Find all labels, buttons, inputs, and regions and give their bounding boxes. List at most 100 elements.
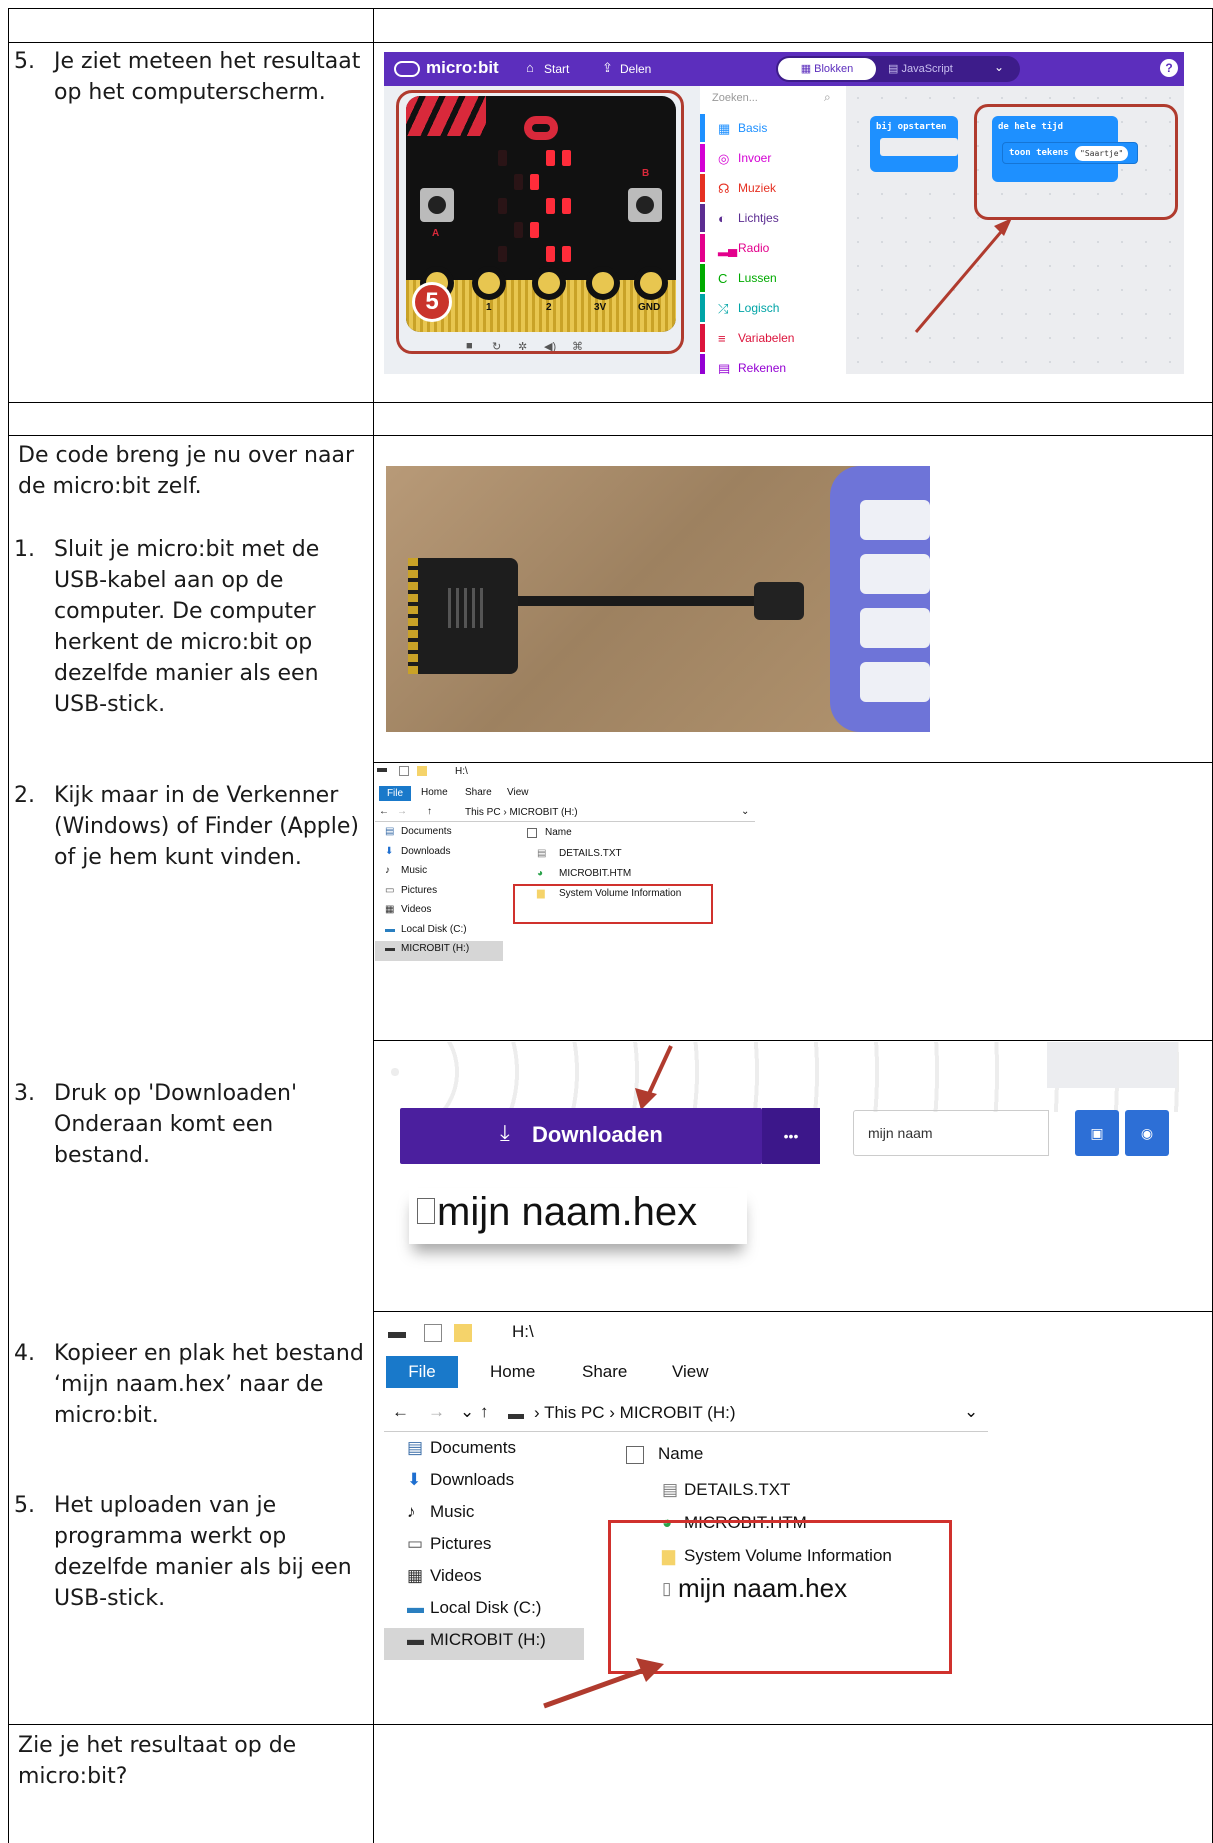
toolbox-category[interactable]: ▤ Rekenen [700, 354, 846, 374]
file-row[interactable]: ▤ DETAILS.TXT [525, 846, 755, 866]
nav-item[interactable]: ▬ Local Disk (C:) [375, 922, 503, 942]
back-icon[interactable]: ← [379, 806, 389, 817]
address-bar[interactable]: ← → ↑ This PC › MICROBIT (H:) ⌄ [375, 804, 755, 822]
transfer-step-2: 2. Kijk maar in de Verkenner (Windows) o… [14, 780, 364, 873]
download-button[interactable]: ⤓ Downloaden [400, 1108, 762, 1164]
column-name-checkbox[interactable] [527, 828, 537, 838]
file-row[interactable]: ◕ MICROBIT.HTM [525, 866, 755, 886]
toolbox-category[interactable]: ≡ Variabelen [700, 324, 846, 354]
transfer-step-1: 1. Sluit je micro:bit met de USB-kabel a… [14, 534, 364, 720]
help-icon[interactable]: ? [1160, 59, 1178, 77]
downloaded-file[interactable]: mijn naam.hex [409, 1188, 747, 1244]
nav-item[interactable]: ▬ MICROBIT (H:) [375, 941, 503, 961]
final-question: Zie je het resultaat op de micro:bit? [18, 1733, 297, 1789]
category-label: Rekenen [738, 361, 787, 374]
project-name-input[interactable]: mijn naam [853, 1110, 1049, 1156]
downloads-icon: ⬇ [385, 845, 394, 857]
step-text: Sluit je micro:bit met de USB-kabel aan … [54, 537, 320, 717]
column-name[interactable]: Name [545, 827, 572, 838]
javascript-label: JavaScript [901, 63, 953, 75]
tab-home[interactable]: Home [421, 787, 448, 798]
download-screenshot: ⤓ Downloaden ••• mijn naam ▣ ◉ mijn naam… [375, 1042, 1210, 1308]
search-icon[interactable]: ⌕ [824, 90, 831, 105]
calculator-icon: ▤ [718, 361, 731, 374]
tab-share[interactable]: Share [465, 787, 492, 798]
step-number: 5. [14, 1493, 35, 1518]
category-color-bar [700, 264, 705, 292]
breadcrumb: This PC › MICROBIT (H:) [465, 807, 578, 818]
toolbox-category[interactable]: ◐ Lichtjes [700, 204, 846, 234]
usb-drive-icon: ▬ [385, 943, 395, 954]
toolbox-category[interactable]: ⤮ Logisch [700, 294, 846, 324]
files-highlight [513, 884, 713, 924]
toggle-icon: ◐ [718, 211, 726, 226]
more-button[interactable]: ••• [762, 1108, 820, 1164]
category-label: Logisch [738, 301, 780, 315]
save-button[interactable]: ▣ [1075, 1110, 1119, 1156]
toolbox-category[interactable]: C Lussen [700, 264, 846, 294]
videos-icon: ▦ [385, 904, 395, 915]
tab-view[interactable]: View [507, 787, 529, 798]
chevron-down-icon[interactable]: ⌄ [994, 60, 1004, 74]
tab-file[interactable]: File [379, 786, 411, 801]
category-color-bar [700, 144, 705, 172]
toolbox-category[interactable]: ☊ Muziek [700, 174, 846, 204]
file-name: mijn naam.hex [437, 1190, 698, 1234]
share-icon[interactable]: ⇪ [602, 60, 613, 76]
nav-item[interactable]: ♪ Music [375, 863, 503, 883]
category-label: Muziek [738, 181, 777, 195]
pictures-icon: ▭ [385, 884, 395, 896]
text-file-icon: ▤ [537, 848, 547, 859]
category-color-bar [700, 324, 705, 352]
nav-share[interactable]: Delen [620, 62, 651, 76]
chevron-down-icon[interactable]: ⌄ [741, 806, 749, 817]
toolbox-category[interactable]: ▦ Basis [700, 114, 846, 144]
drive-icon [377, 768, 387, 772]
target-icon: ◎ [718, 151, 730, 166]
table-divider [8, 435, 1213, 436]
up-icon[interactable]: ↑ [427, 806, 432, 817]
transfer-step-3: 3. Druk op 'Downloaden' Onderaan komt ee… [14, 1078, 364, 1171]
search-input[interactable]: Zoeken... [712, 92, 758, 104]
title-bar: H:\ [375, 764, 755, 782]
step-number: 1. [14, 537, 35, 562]
blocks-workspace: bij opstarten de hele tijd toon tekens "… [846, 86, 1184, 374]
microbit-board-photo [408, 558, 518, 674]
nav-item[interactable]: ▤ Documents [375, 824, 503, 844]
nav-label: Documents [401, 826, 452, 837]
breadcrumb-item[interactable]: MICROBIT (H:) [509, 807, 577, 818]
nav-item[interactable]: ⬇ Downloads [375, 844, 503, 864]
grid-icon: ▦ [718, 121, 731, 136]
nav-start[interactable]: Start [544, 62, 569, 76]
mode-toggle[interactable]: ▦ Blokken ▤ JavaScript ⌄ [776, 56, 1020, 82]
forward-icon[interactable]: → [397, 806, 407, 817]
nav-pane: ▤ Documents ⬇ Downloads ♪ Music ▭ Pictures ▦ Vide… [375, 824, 503, 1014]
nav-label: MICROBIT (H:) [401, 943, 470, 954]
microbit-logo-icon [394, 61, 420, 77]
file-name: MICROBIT.HTM [559, 868, 632, 879]
breadcrumb-item[interactable]: This PC [465, 807, 501, 818]
home-icon[interactable]: ⌂ [526, 60, 534, 75]
simulator: A B 1 2 3V GND 5 ■ ↻ ✲ ◀) ⌘ [384, 86, 700, 374]
nav-label: Downloads [401, 845, 451, 857]
nav-item[interactable]: ▭ Pictures [375, 883, 503, 903]
grey-strip [1047, 1042, 1177, 1088]
usb-cable [504, 596, 774, 606]
github-button[interactable]: ◉ [1125, 1110, 1169, 1156]
toolbox-category[interactable]: ◎ Invoer [700, 144, 846, 174]
category-color-bar [700, 354, 705, 374]
download-label: Downloaden [532, 1122, 663, 1147]
toolbox-category[interactable]: ▂▄ Radio [700, 234, 846, 264]
category-color-bar [700, 204, 705, 232]
transfer-intro: De code breng je nu over naar de micro:b… [18, 443, 355, 499]
nav-label: Videos [401, 904, 432, 915]
blocks-tab[interactable]: ▦ Blokken [778, 58, 876, 80]
step-text: Kopieer en plak het bestand ‘mijn naam.h… [54, 1341, 364, 1428]
step-number: 2. [14, 783, 35, 808]
github-icon: ◉ [1140, 1125, 1154, 1141]
category-color-bar [700, 114, 705, 142]
nav-item[interactable]: ▦ Videos [375, 902, 503, 922]
javascript-tab[interactable]: ▤ JavaScript [888, 58, 984, 80]
file-explorer-large: H:\ File Home Share View ← → ⌄ ↑ › This … [384, 1318, 988, 1718]
table-border-left [8, 8, 9, 1843]
